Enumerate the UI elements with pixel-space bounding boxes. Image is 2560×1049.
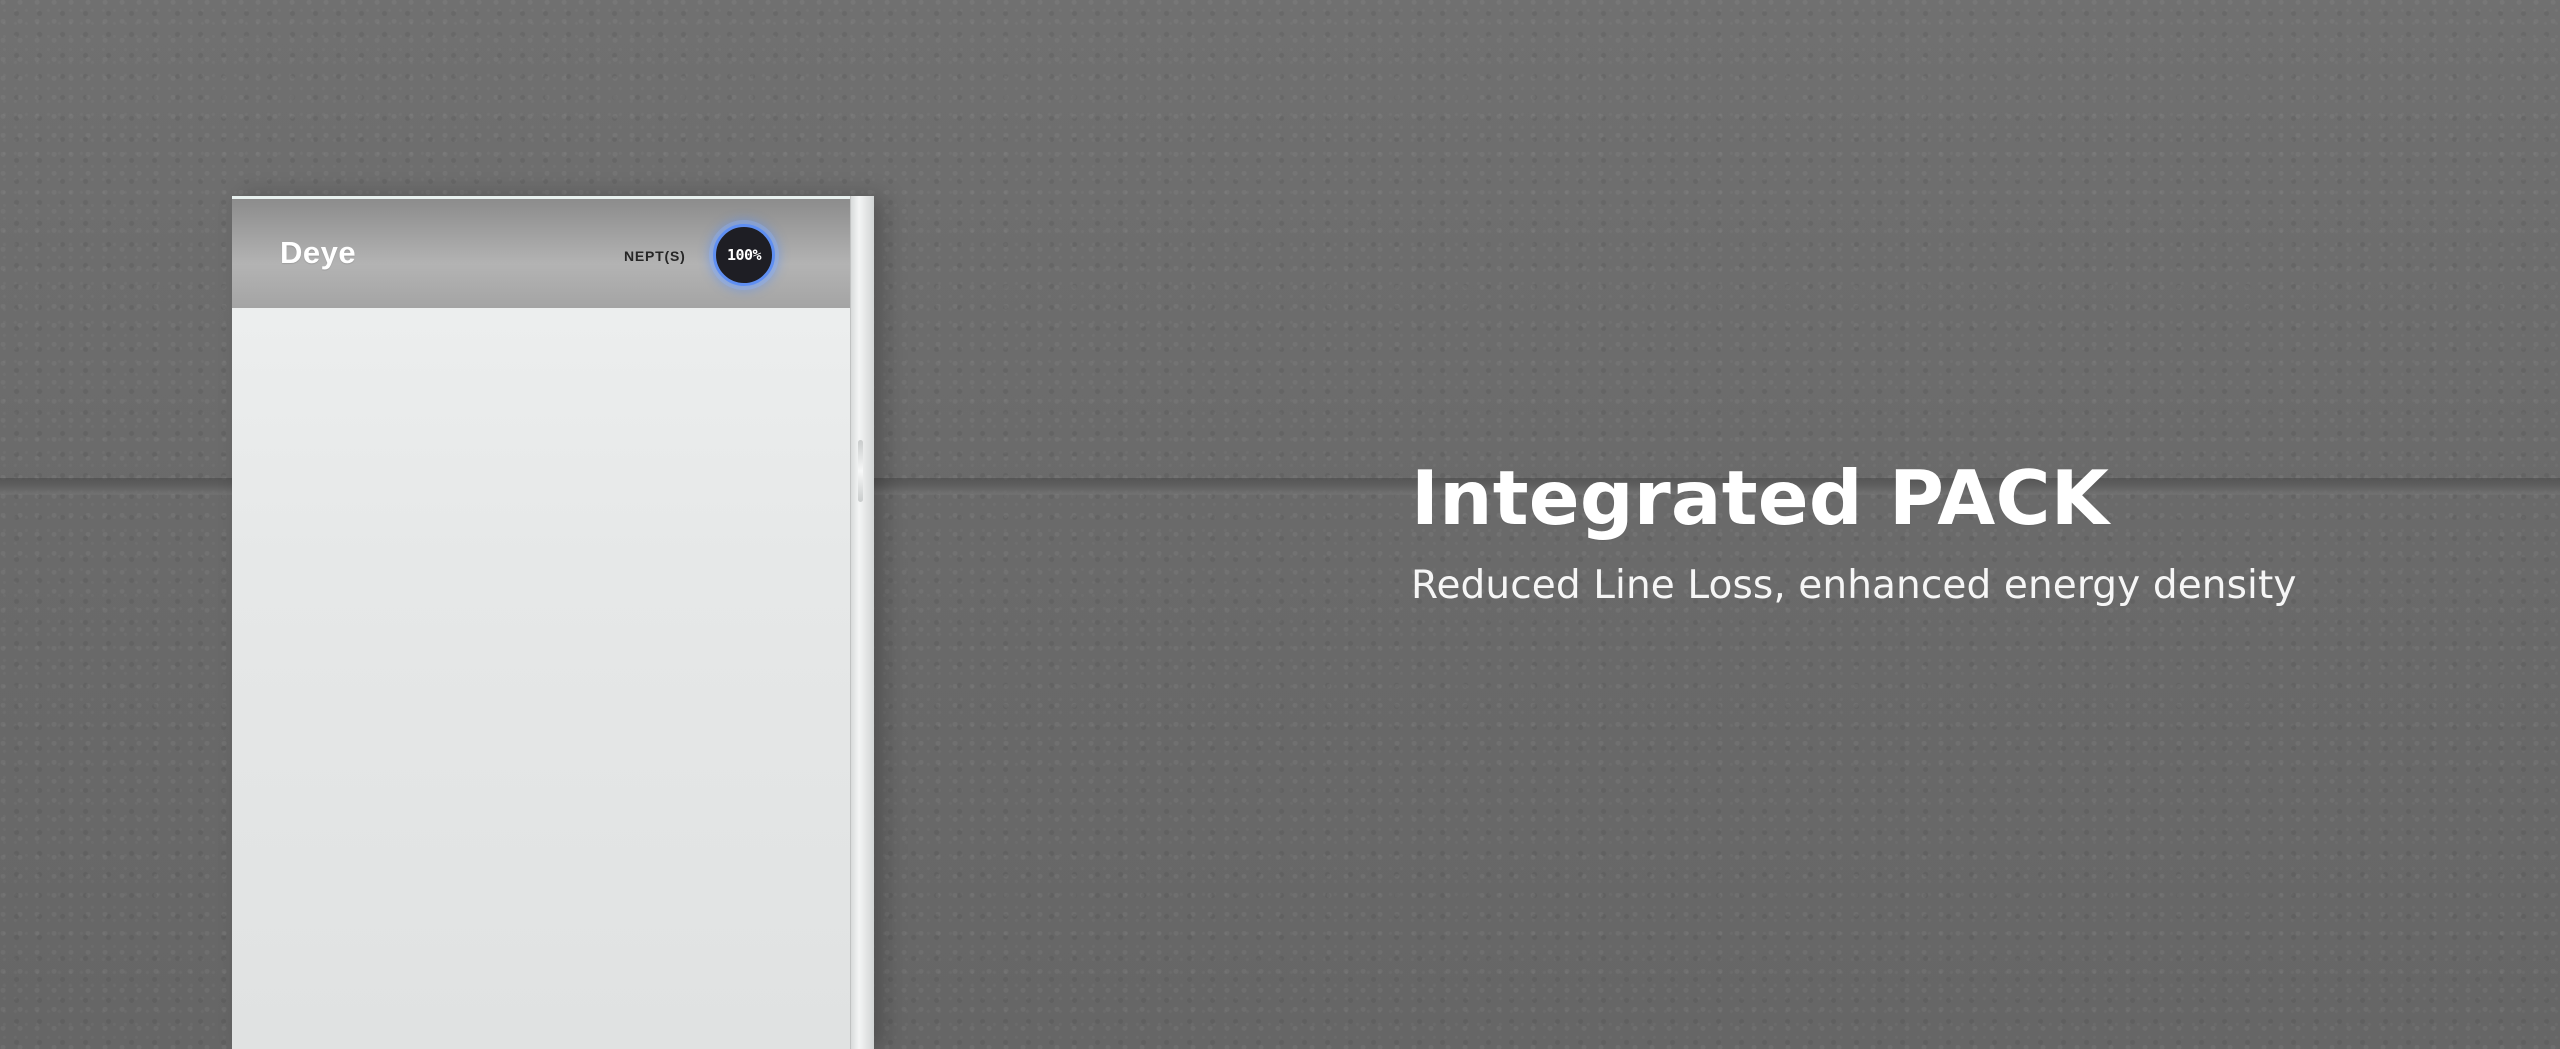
battery-front-panel	[232, 308, 850, 1049]
soc-value: 100%	[726, 245, 762, 264]
hero-subtitle: Reduced Line Loss, enhanced energy densi…	[1411, 563, 2297, 608]
soc-display: 100%	[713, 224, 775, 286]
brand-logo: Deye	[280, 235, 357, 270]
battery-side-panel	[850, 196, 874, 1049]
battery-side-vent	[858, 440, 863, 502]
model-logo: NEPT(S)	[624, 248, 686, 264]
hero-title: Integrated PACK	[1411, 454, 2110, 542]
battery-product-image: Deye NEPT(S) 100%	[232, 196, 874, 1049]
hero-copy: Integrated PACK Reduced Line Loss, enhan…	[1411, 454, 2411, 610]
hero-banner: Deye NEPT(S) 100% Integrated PACK Reduce…	[0, 0, 2560, 1049]
battery-top-panel: Deye NEPT(S) 100%	[232, 196, 850, 308]
